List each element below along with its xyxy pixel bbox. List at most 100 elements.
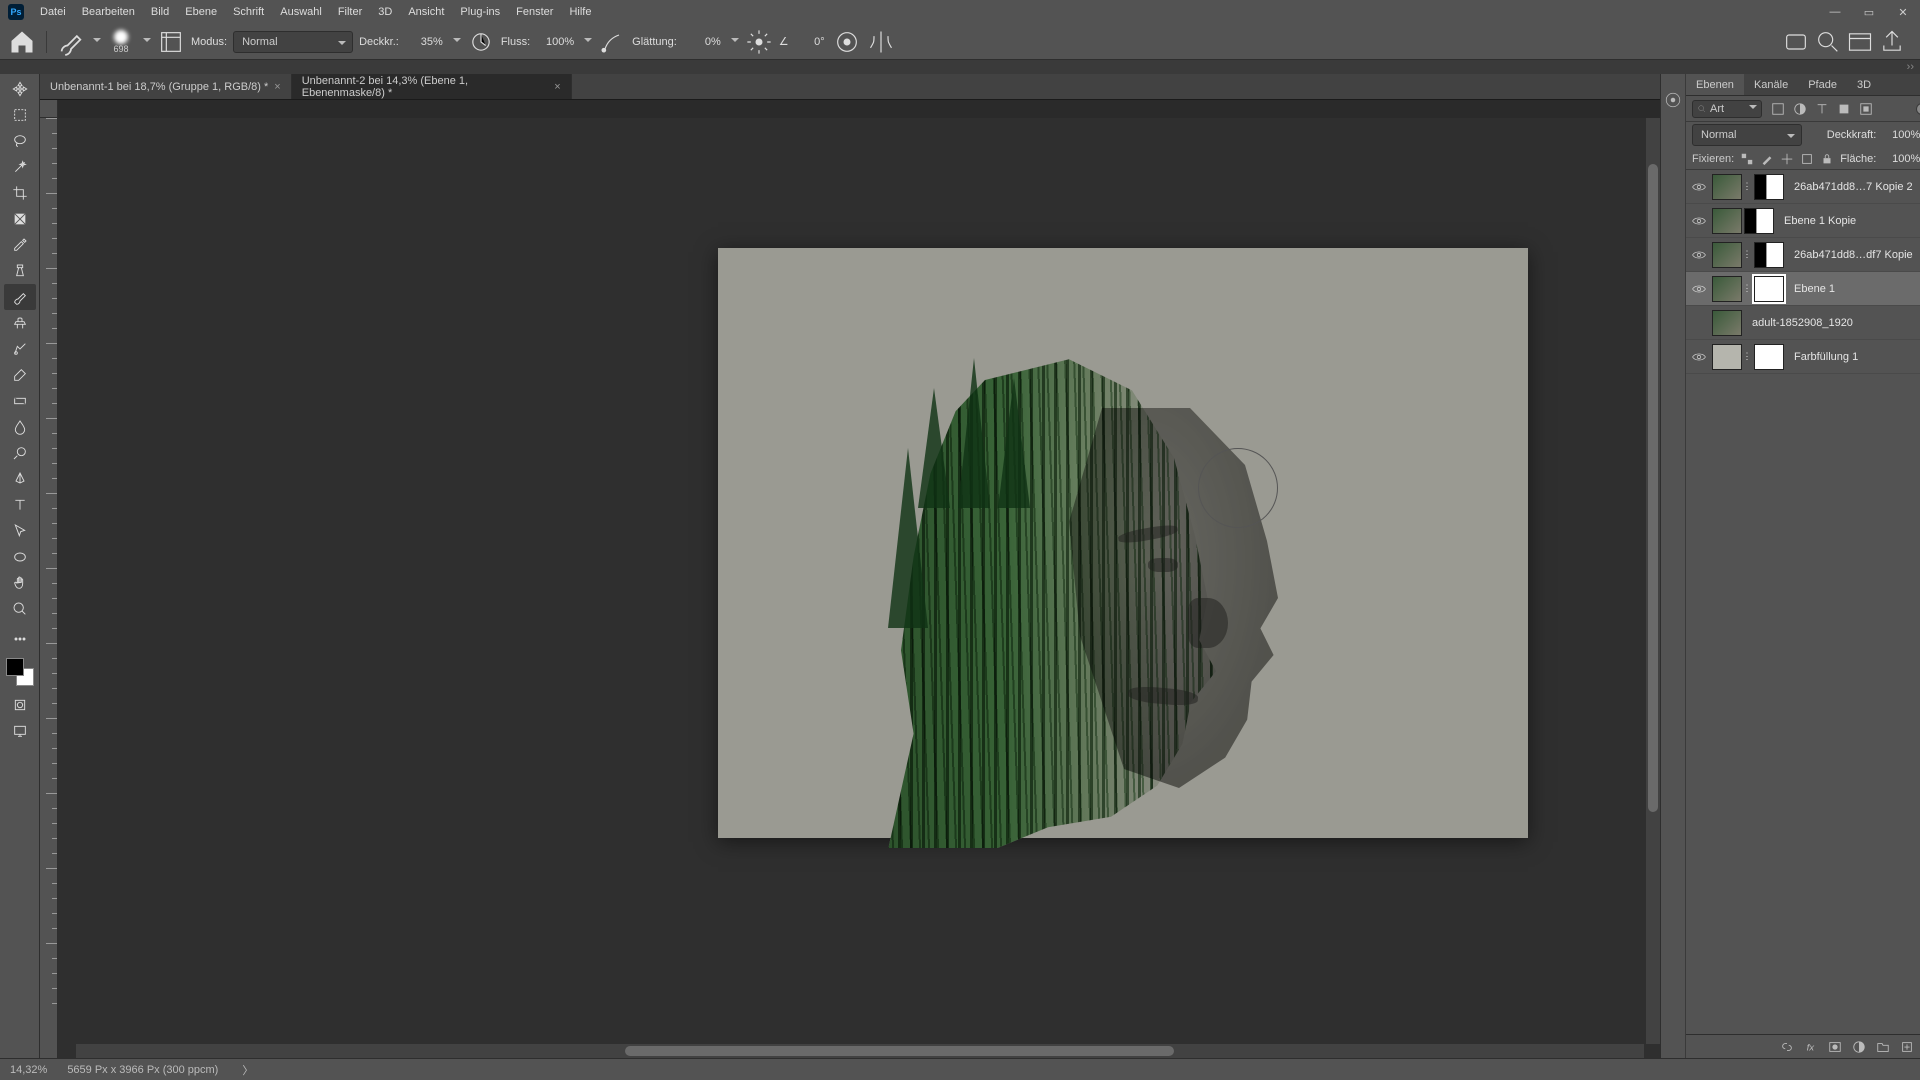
smoothing-input[interactable] xyxy=(683,32,723,52)
layer-mask-thumbnail[interactable] xyxy=(1744,208,1774,234)
workspace-switcher[interactable] xyxy=(1846,28,1874,56)
layer-row[interactable]: Ebene 1 Kopie xyxy=(1686,204,1920,238)
new-layer-icon[interactable] xyxy=(1900,1040,1914,1054)
layer-name[interactable]: 26ab471dd8…7 Kopie 2 xyxy=(1794,181,1920,193)
layer-thumbnail[interactable] xyxy=(1712,174,1742,200)
layer-thumbnail[interactable] xyxy=(1712,242,1742,268)
layer-row[interactable]: ⋮Farbfüllung 1 xyxy=(1686,340,1920,374)
menu-ansicht[interactable]: Ansicht xyxy=(400,6,452,18)
lasso-tool[interactable] xyxy=(4,128,36,154)
layer-row[interactable]: ⋮26ab471dd8…df7 Kopie xyxy=(1686,238,1920,272)
menu-auswahl[interactable]: Auswahl xyxy=(272,6,330,18)
menu-fenster[interactable]: Fenster xyxy=(508,6,561,18)
path-selection-tool[interactable] xyxy=(4,518,36,544)
edit-toolbar-button[interactable] xyxy=(4,626,36,652)
fill-input[interactable] xyxy=(1882,149,1920,169)
layer-filter-dropdown[interactable]: Art xyxy=(1692,100,1762,118)
eyedropper-tool[interactable] xyxy=(4,232,36,258)
layer-thumbnail[interactable] xyxy=(1712,344,1742,370)
layer-thumbnail[interactable] xyxy=(1712,208,1742,234)
blend-mode-dropdown[interactable]: Normal xyxy=(233,31,353,53)
vertical-scrollbar[interactable] xyxy=(1646,118,1660,1044)
layer-blend-mode-dropdown[interactable]: Normal xyxy=(1692,124,1802,146)
zoom-tool[interactable] xyxy=(4,596,36,622)
layer-thumbnail[interactable] xyxy=(1712,276,1742,302)
dodge-tool[interactable] xyxy=(4,440,36,466)
close-tab-icon[interactable]: × xyxy=(554,81,560,93)
horizontal-scrollbar[interactable] xyxy=(76,1044,1644,1058)
scrollbar-thumb[interactable] xyxy=(1648,164,1658,812)
layer-mask-thumbnail[interactable] xyxy=(1754,174,1784,200)
brush-panel-toggle[interactable] xyxy=(157,28,185,56)
type-tool[interactable] xyxy=(4,492,36,518)
marquee-tool[interactable] xyxy=(4,102,36,128)
quick-mask-toggle[interactable] xyxy=(4,692,36,718)
search-icon[interactable] xyxy=(1814,28,1842,56)
zoom-level[interactable]: 14,32% xyxy=(10,1064,47,1076)
layer-name[interactable]: Farbfüllung 1 xyxy=(1794,351,1920,363)
healing-brush-tool[interactable] xyxy=(4,258,36,284)
menu-schrift[interactable]: Schrift xyxy=(225,6,272,18)
lock-pixels-icon[interactable] xyxy=(1760,152,1774,166)
layer-row[interactable]: adult-1852908_1920 xyxy=(1686,306,1920,340)
symmetry-toggle[interactable] xyxy=(867,28,895,56)
brush-tool-icon[interactable] xyxy=(57,28,85,56)
menu-datei[interactable]: Datei xyxy=(32,6,74,18)
adjustment-layer-icon[interactable] xyxy=(1852,1040,1866,1054)
pen-tool[interactable] xyxy=(4,466,36,492)
window-close-button[interactable]: ✕ xyxy=(1886,0,1920,24)
status-info-dropdown[interactable]: 〉 xyxy=(242,1062,253,1078)
brush-preset-dropdown[interactable] xyxy=(143,38,151,46)
link-layers-icon[interactable] xyxy=(1780,1040,1794,1054)
layer-visibility-toggle[interactable] xyxy=(1690,178,1708,196)
panel-tab-kanaele[interactable]: Kanäle xyxy=(1744,74,1798,95)
window-minimize-button[interactable]: — xyxy=(1818,0,1852,24)
home-button[interactable] xyxy=(8,28,36,56)
history-brush-tool[interactable] xyxy=(4,336,36,362)
layer-name[interactable]: Ebene 1 Kopie xyxy=(1784,215,1920,227)
opacity-dropdown[interactable] xyxy=(453,38,461,46)
panel-tab-3d[interactable]: 3D xyxy=(1847,74,1881,95)
pressure-opacity-toggle[interactable] xyxy=(467,28,495,56)
collapse-panels-icon[interactable]: ›› xyxy=(1907,61,1914,73)
filter-toggle-switch[interactable] xyxy=(1916,103,1920,115)
layer-name[interactable]: Ebene 1 xyxy=(1794,283,1920,295)
layer-thumbnail[interactable] xyxy=(1712,310,1742,336)
layer-visibility-toggle[interactable] xyxy=(1690,212,1708,230)
menu-filter[interactable]: Filter xyxy=(330,6,370,18)
layer-visibility-toggle[interactable] xyxy=(1690,246,1708,264)
panel-tab-ebenen[interactable]: Ebenen xyxy=(1686,74,1744,95)
document-tab[interactable]: Unbenannt-1 bei 18,7% (Gruppe 1, RGB/8) … xyxy=(40,74,292,99)
canvas-viewport[interactable] xyxy=(58,118,1660,1058)
layer-mask-thumbnail[interactable] xyxy=(1754,242,1784,268)
filter-type-icon[interactable] xyxy=(1814,101,1830,117)
shape-tool[interactable] xyxy=(4,544,36,570)
airbrush-toggle[interactable] xyxy=(598,28,626,56)
smoothing-options-button[interactable] xyxy=(745,28,773,56)
scrollbar-thumb[interactable] xyxy=(625,1046,1174,1056)
filter-smartobject-icon[interactable] xyxy=(1858,101,1874,117)
ruler-origin[interactable] xyxy=(40,100,58,118)
menu-hilfe[interactable]: Hilfe xyxy=(561,6,599,18)
foreground-color-swatch[interactable] xyxy=(6,658,24,676)
blur-tool[interactable] xyxy=(4,414,36,440)
angle-input[interactable] xyxy=(795,32,827,52)
brush-preview[interactable]: 698 xyxy=(107,28,135,56)
eraser-tool[interactable] xyxy=(4,362,36,388)
color-panel-icon[interactable] xyxy=(1661,88,1685,112)
layer-name[interactable]: 26ab471dd8…df7 Kopie xyxy=(1794,249,1920,261)
lock-transparency-icon[interactable] xyxy=(1740,152,1754,166)
layer-mask-thumbnail[interactable] xyxy=(1754,276,1784,302)
menu-bild[interactable]: Bild xyxy=(143,6,177,18)
layer-visibility-toggle[interactable] xyxy=(1690,314,1708,332)
flow-input[interactable] xyxy=(536,32,576,52)
tool-preset-dropdown[interactable] xyxy=(93,38,101,46)
magic-wand-tool[interactable] xyxy=(4,154,36,180)
filter-adjustment-icon[interactable] xyxy=(1792,101,1808,117)
menu-ebene[interactable]: Ebene xyxy=(177,6,225,18)
layer-mask-icon[interactable] xyxy=(1828,1040,1842,1054)
layer-style-icon[interactable]: fx xyxy=(1804,1040,1818,1054)
crop-tool[interactable] xyxy=(4,180,36,206)
clone-stamp-tool[interactable] xyxy=(4,310,36,336)
screen-mode-button[interactable] xyxy=(4,718,36,744)
